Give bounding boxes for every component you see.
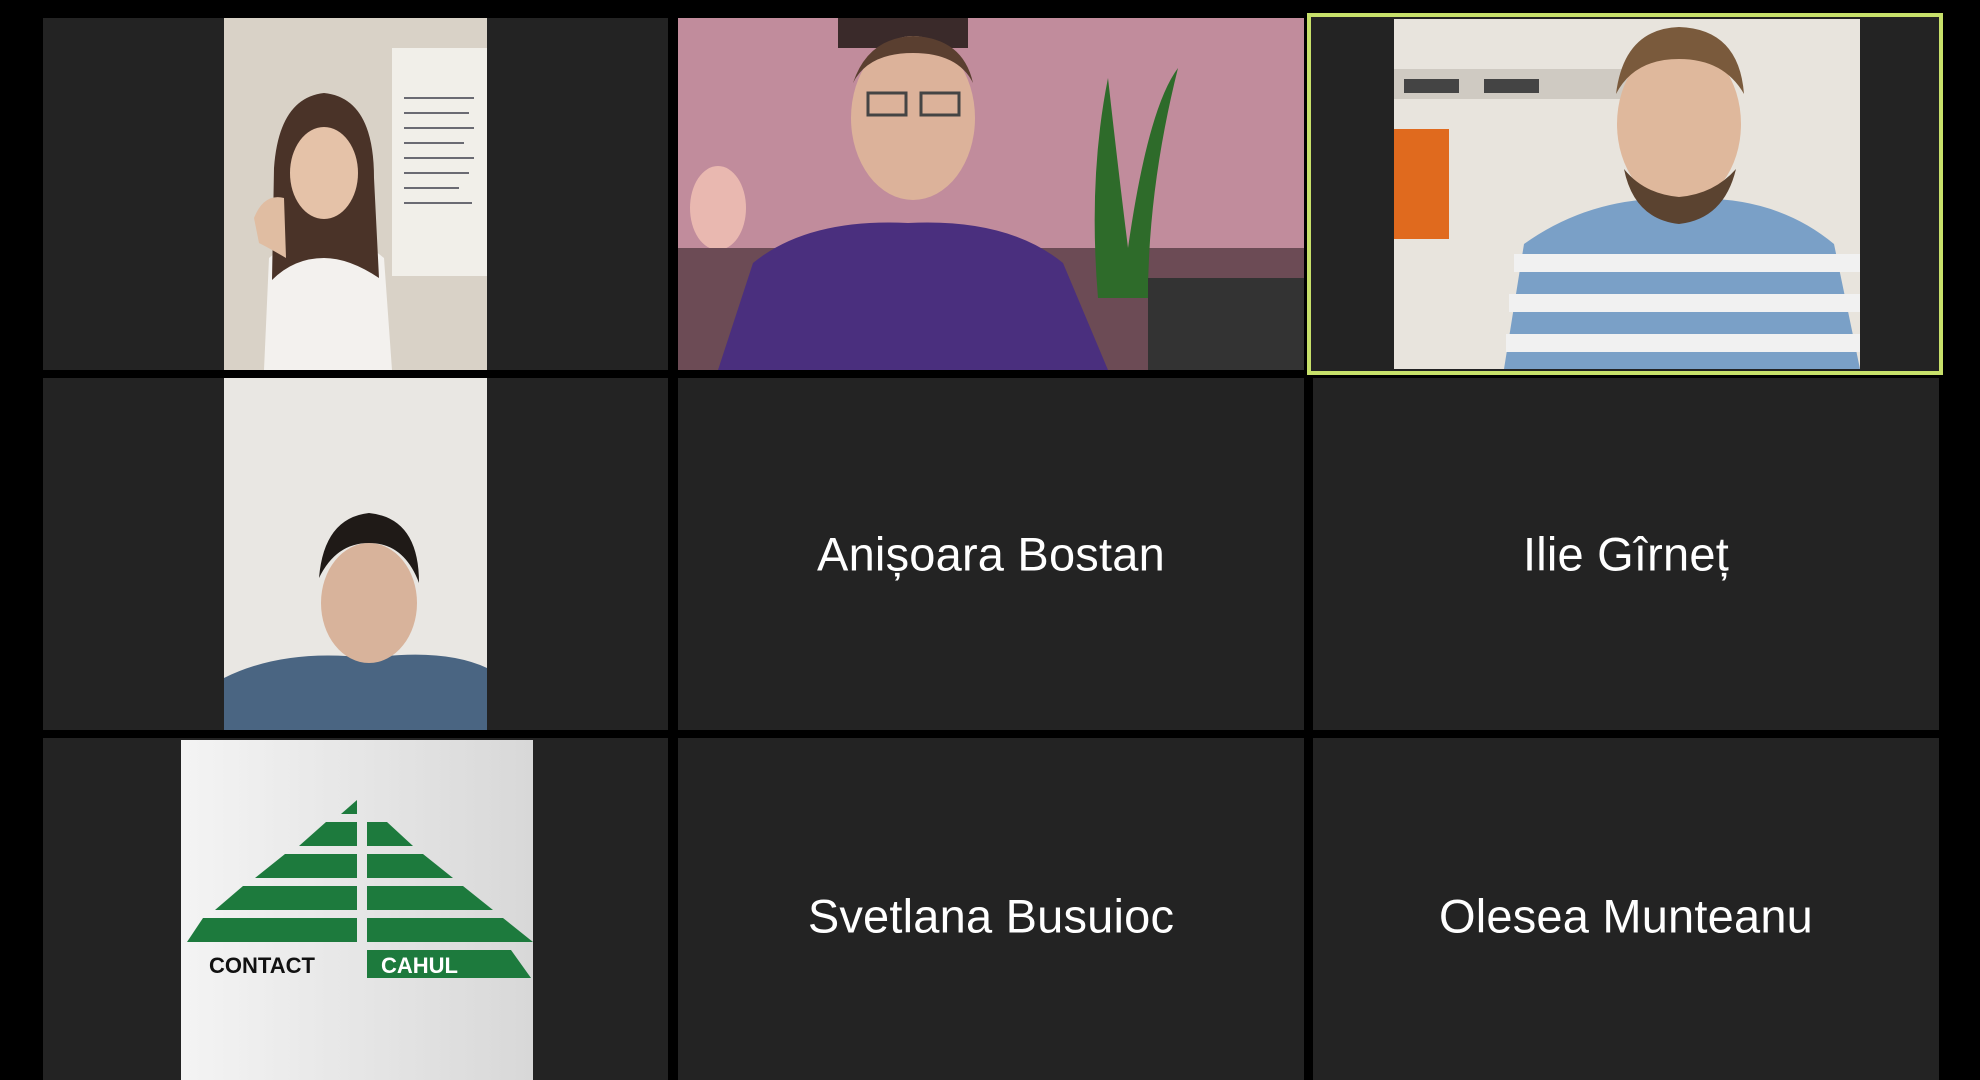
contact-cahul-logo: CONTACT CAHUL [181, 740, 533, 1080]
participant-name: Svetlana Busuioc [807, 889, 1175, 943]
participant-tile-3-active-speaker[interactable] [1307, 13, 1943, 375]
logo-text-contact: CONTACT [209, 953, 315, 978]
participant-gallery: Anișoara Bostan Ilie Gîrneț CONTACT CAHU… [0, 0, 1980, 1080]
video-feed-man-striped [1394, 19, 1860, 369]
participant-name: Anișoara Bostan [817, 527, 1165, 581]
participant-tile-2[interactable] [678, 18, 1304, 370]
participant-tile-9[interactable]: Olesea Munteanu [1313, 738, 1939, 1080]
participant-tile-4[interactable] [43, 378, 668, 730]
logo-text-cahul: CAHUL [381, 953, 458, 978]
video-feed-woman [224, 18, 487, 370]
video-feed-man-purple [678, 18, 1304, 370]
video-feed-young-man [224, 378, 487, 730]
participant-tile-7[interactable]: CONTACT CAHUL [43, 738, 668, 1080]
participant-tile-1[interactable] [43, 18, 668, 370]
participant-name: Ilie Gîrneț [1523, 527, 1729, 581]
participant-tile-6[interactable]: Ilie Gîrneț [1313, 378, 1939, 730]
participant-tile-5[interactable]: Anișoara Bostan [678, 378, 1304, 730]
participant-tile-8[interactable]: Svetlana Busuioc [678, 738, 1304, 1080]
participant-name: Olesea Munteanu [1438, 889, 1814, 943]
logo-panel: CONTACT CAHUL [181, 740, 533, 1080]
